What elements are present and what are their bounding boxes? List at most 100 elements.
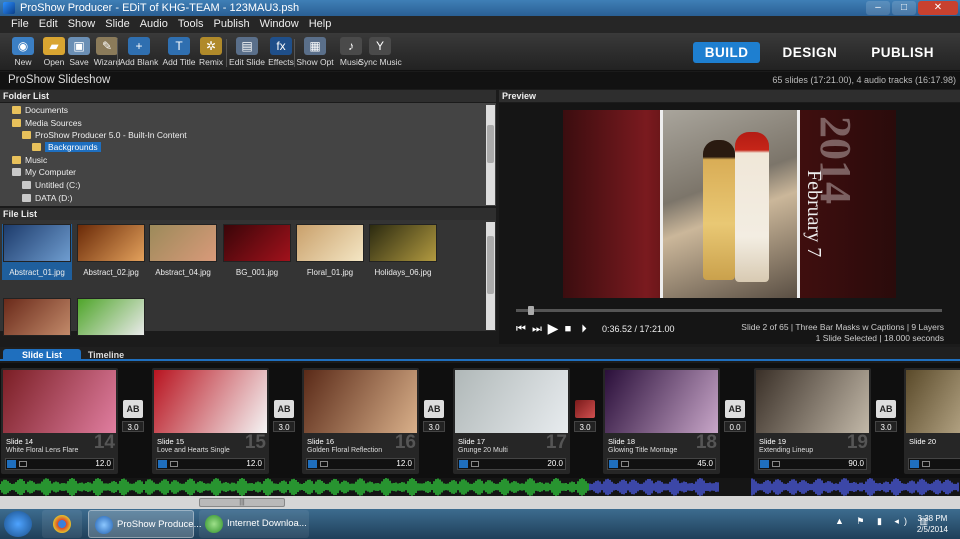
toolbar-sync-music-button[interactable]: Y Sync Music (358, 37, 402, 67)
menu-slide[interactable]: Slide (100, 16, 134, 33)
transition-duration[interactable]: 3.0 (273, 421, 295, 432)
folder-tree-item[interactable]: Backgrounds (32, 142, 101, 153)
taskbar-internet-download-manager[interactable]: Internet Downloa... (199, 510, 309, 538)
preview-image: 2014 February 7 (563, 110, 896, 298)
next-slide-icon[interactable]: ⏭ (530, 323, 544, 336)
menu-file[interactable]: File (6, 16, 34, 33)
previous-slide-icon[interactable]: ⏮ (514, 323, 528, 336)
file-item[interactable]: Abstract_01.jpg (2, 224, 72, 280)
edit-slide-icon: ▤ (236, 37, 258, 55)
slide-layers-icon (170, 461, 178, 467)
folder-tree-item[interactable]: Documents (12, 105, 68, 116)
toolbar-add-blank-button[interactable]: + Add Blank (120, 37, 158, 67)
taskbar-proshow[interactable]: ProShow Produce... (88, 510, 202, 538)
slide-duration[interactable]: 12.0 (396, 459, 412, 469)
transition-icon[interactable]: AB (876, 400, 896, 418)
slide-18[interactable]: 18 Slide 18 Glowing Title Montage 45.0 (603, 368, 720, 474)
transition-duration[interactable]: 3.0 (423, 421, 445, 432)
slide-20[interactable]: 20Slide 20 (904, 368, 960, 474)
transition-icon[interactable]: AB (424, 400, 444, 418)
slide-play-icon[interactable] (459, 460, 468, 468)
minimize-button[interactable]: – (866, 1, 890, 15)
slide-layers-icon (772, 461, 780, 467)
menu-audio[interactable]: Audio (135, 16, 173, 33)
file-item[interactable]: BG_001.jpg (222, 224, 292, 277)
transition[interactable]: AB 3.0 (273, 400, 295, 432)
close-button[interactable]: ✕ (918, 1, 958, 15)
menu-tools[interactable]: Tools (173, 16, 209, 33)
slide-duration[interactable]: 12.0 (95, 459, 111, 469)
folder-tree-item[interactable]: DATA (D:) (22, 193, 72, 204)
mode-build-button[interactable]: BUILD (692, 42, 761, 63)
preview-info: Slide 2 of 65 | Three Bar Masks w Captio… (741, 322, 944, 344)
tab-timeline[interactable]: Timeline (82, 349, 130, 361)
preview-scrubber[interactable] (516, 306, 942, 315)
slide-duration[interactable]: 90.0 (848, 459, 864, 469)
folder-tree-item[interactable]: My Computer (12, 167, 76, 178)
transition[interactable]: AB 3.0 (423, 400, 445, 432)
slide-play-icon[interactable] (910, 460, 919, 468)
folder-tree-item[interactable]: ProShow Producer 5.0 - Built-In Content (22, 130, 187, 141)
file-item[interactable]: Holidays_06.jpg (368, 224, 438, 277)
menu-edit[interactable]: Edit (34, 16, 63, 33)
transition-icon[interactable] (575, 400, 595, 418)
transition[interactable]: AB 0.0 (724, 400, 746, 432)
taskbar-chrome[interactable] (42, 510, 82, 538)
mode-publish-button[interactable]: PUBLISH (859, 42, 946, 63)
play-icon[interactable]: ▶ (546, 320, 560, 337)
file-item[interactable] (76, 298, 146, 336)
transition-icon[interactable]: AB (725, 400, 745, 418)
menu-show[interactable]: Show (63, 16, 101, 33)
file-item[interactable]: Abstract_04.jpg (148, 224, 218, 277)
transition[interactable]: AB 3.0 (875, 400, 897, 432)
transition-icon[interactable]: AB (274, 400, 294, 418)
file-list-scroll-thumb[interactable] (487, 236, 494, 294)
system-tray-icons[interactable]: ▲ ⚑ ▮ ◂) ▥ (835, 516, 933, 527)
menu-publish[interactable]: Publish (209, 16, 255, 33)
file-item[interactable] (2, 298, 72, 336)
file-item[interactable]: Floral_01.jpg (295, 224, 365, 277)
slide-17[interactable]: 17 Slide 17 Grunge 20 Multi 20.0 (453, 368, 570, 474)
slide-play-icon[interactable] (308, 460, 317, 468)
slide-layers-icon (922, 461, 930, 467)
transition-duration[interactable]: 3.0 (122, 421, 144, 432)
transition[interactable]: AB 3.0 (122, 400, 144, 432)
transition-icon[interactable]: AB (123, 400, 143, 418)
slide-15[interactable]: 15 Slide 15 Love and Hearts Single 12.0 (152, 368, 269, 474)
menu-help[interactable]: Help (304, 16, 337, 33)
step-icon[interactable]: ⏵ (577, 323, 591, 336)
start-button[interactable] (4, 511, 32, 537)
slide-14[interactable]: 14 Slide 14 White Floral Lens Flare 12.0 (1, 368, 118, 474)
folder-tree-item[interactable]: Music (12, 155, 47, 166)
maximize-button[interactable]: □ (892, 1, 916, 15)
slide-16[interactable]: 16 Slide 16 Golden Floral Reflection 12.0 (302, 368, 419, 474)
slide-list-scrollbar[interactable]: ||| (0, 496, 960, 509)
slide-19[interactable]: 19 Slide 19 Extending Lineup 90.0 (754, 368, 871, 474)
mode-design-button[interactable]: DESIGN (770, 42, 849, 63)
folder-list-scroll-thumb[interactable] (487, 125, 494, 163)
file-item[interactable]: Abstract_02.jpg (76, 224, 146, 277)
preview-scrubber-knob[interactable] (528, 306, 534, 315)
tab-slide-list[interactable]: Slide List (3, 349, 81, 361)
slide-play-icon[interactable] (760, 460, 769, 468)
folder-list-scrollbar[interactable] (486, 105, 495, 205)
stop-icon[interactable]: ■ (561, 323, 575, 335)
slide-play-icon[interactable] (158, 460, 167, 468)
slide-play-icon[interactable] (609, 460, 618, 468)
transition[interactable]: 3.0 (574, 400, 596, 432)
folder-tree-item[interactable]: Media Sources (12, 118, 82, 129)
new-icon: ◉ (12, 37, 34, 55)
menu-window[interactable]: Window (255, 16, 304, 33)
transition-duration[interactable]: 3.0 (574, 421, 596, 432)
transition-duration[interactable]: 0.0 (724, 421, 746, 432)
slide-duration[interactable]: 45.0 (697, 459, 713, 469)
slide-duration[interactable]: 12.0 (246, 459, 262, 469)
audio-track[interactable] (0, 478, 960, 496)
transition-duration[interactable]: 3.0 (875, 421, 897, 432)
folder-tree-label: My Computer (25, 167, 77, 177)
slide-list-scroll-thumb[interactable]: ||| (199, 498, 285, 507)
slide-duration[interactable]: 20.0 (547, 459, 563, 469)
file-list-scrollbar[interactable] (486, 222, 495, 330)
slide-play-icon[interactable] (7, 460, 16, 468)
folder-tree-item[interactable]: Untitled (C:) (22, 180, 80, 191)
